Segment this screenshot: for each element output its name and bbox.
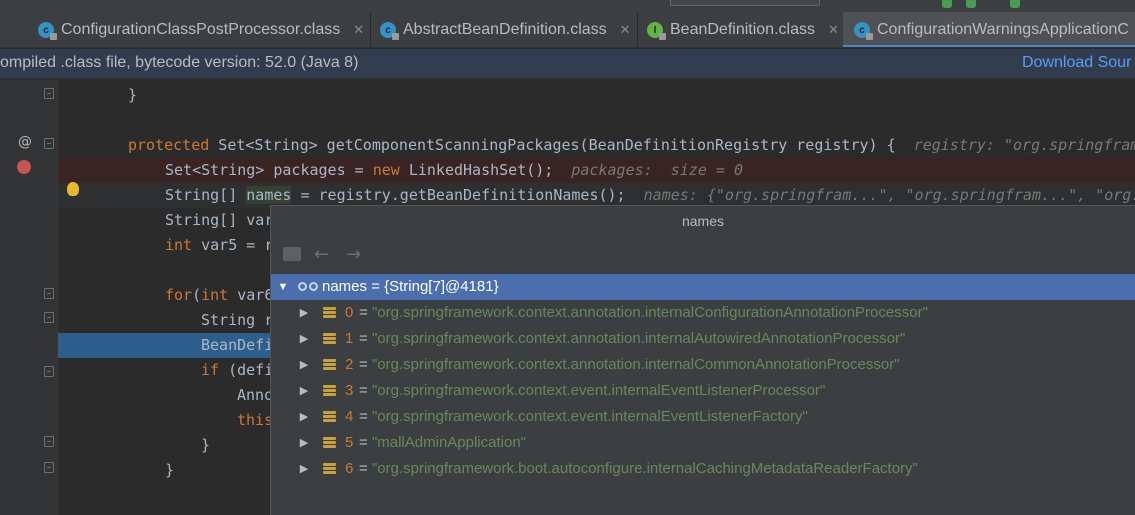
debug-icon[interactable] — [966, 0, 976, 8]
expand-right-icon[interactable]: ▶ — [297, 300, 311, 326]
expand-right-icon[interactable]: ▶ — [297, 456, 311, 482]
tab-bean-definition[interactable]: I BeanDefinition.class ✕ — [647, 12, 839, 47]
expand-down-icon[interactable]: ▼ — [276, 274, 290, 300]
fold-icon[interactable] — [44, 312, 54, 323]
breakpoint-icon[interactable] — [17, 160, 31, 174]
download-sources-link[interactable]: Download Sour — [1022, 54, 1131, 72]
field-icon — [323, 385, 336, 397]
expand-right-icon[interactable]: ▶ — [297, 326, 311, 352]
variable-tree: ▼ names = {String[7]@4181} ▶ 0 = "org.sp… — [271, 274, 1135, 514]
editor-tabs: c ConfigurationClassPostProcessor.class … — [0, 12, 1135, 48]
fold-icon[interactable] — [44, 436, 54, 447]
close-icon[interactable]: ✕ — [828, 22, 839, 38]
main-toolbar — [0, 0, 1135, 12]
tree-item-row[interactable]: ▶ 4 = "org.springframework.context.event… — [271, 404, 1135, 430]
field-icon — [323, 411, 336, 423]
field-icon — [323, 333, 336, 345]
tab-label: AbstractBeanDefinition.class — [403, 21, 607, 38]
override-marker-icon[interactable]: @ — [18, 134, 32, 150]
tree-root-label: names = {String[7]@4181} — [322, 278, 499, 295]
back-arrow-icon[interactable]: ← — [314, 244, 329, 265]
close-icon[interactable]: ✕ — [353, 22, 364, 38]
tree-item-row[interactable]: ▶ 0 = "org.springframework.context.annot… — [271, 300, 1135, 326]
fold-icon[interactable] — [44, 288, 54, 299]
tree-item-row[interactable]: ▶ 5 = "mallAdminApplication" — [271, 430, 1135, 456]
class-icon: c — [854, 22, 873, 40]
tab-abstract-bean-definition[interactable]: c AbstractBeanDefinition.class ✕ — [380, 12, 631, 47]
tab-configuration-warnings[interactable]: c ConfigurationWarningsApplicationC — [843, 12, 1135, 47]
code-line: protected Set<String> getComponentScanni… — [58, 133, 1135, 158]
expand-right-icon[interactable]: ▶ — [297, 430, 311, 456]
fold-icon[interactable] — [44, 462, 54, 473]
popup-title: names — [681, 213, 725, 229]
tree-item-row[interactable]: ▶ 6 = "org.springframework.boot.autoconf… — [271, 456, 1135, 482]
field-icon — [323, 307, 336, 319]
variable-inspection-popup: names ← → ▼ names = {String[7]@4181} ▶ 0… — [270, 205, 1135, 515]
inline-debug-hint: names: {"org.springfram...", "org.spring… — [643, 186, 1135, 204]
tab-label: ConfigurationWarningsApplicationC — [877, 21, 1129, 38]
fold-icon[interactable] — [44, 366, 54, 377]
tab-label: BeanDefinition.class — [670, 21, 815, 38]
folder-icon[interactable] — [283, 247, 301, 261]
run-icon[interactable] — [942, 0, 952, 8]
forward-arrow-icon[interactable]: → — [346, 244, 361, 265]
run-config-field[interactable] — [670, 0, 820, 6]
decompiled-notice-bar: ompiled .class file, bytecode version: 5… — [0, 49, 1135, 79]
inline-debug-hint: packages: size = 0 — [571, 161, 743, 179]
code-line: } — [128, 86, 138, 104]
popup-toolbar: ← → — [271, 236, 1135, 272]
breakpoint-line: Set<String> packages = new LinkedHashSet… — [58, 158, 1135, 183]
fold-icon[interactable] — [44, 138, 54, 149]
field-icon — [323, 437, 336, 449]
tab-configuration-class-post-processor[interactable]: c ConfigurationClassPostProcessor.class … — [38, 12, 364, 47]
intention-bulb-icon[interactable] — [67, 182, 79, 196]
expand-right-icon[interactable]: ▶ — [297, 404, 311, 430]
expand-right-icon[interactable]: ▶ — [297, 378, 311, 404]
inline-debug-hint: registry: "org.springfram — [913, 136, 1135, 154]
field-icon — [323, 359, 336, 371]
tree-item-row[interactable]: ▶ 2 = "org.springframework.context.annot… — [271, 352, 1135, 378]
tree-item-row[interactable]: ▶ 1 = "org.springframework.context.annot… — [271, 326, 1135, 352]
watch-glasses-icon — [298, 282, 318, 292]
tab-label: ConfigurationClassPostProcessor.class — [61, 21, 341, 38]
expand-right-icon[interactable]: ▶ — [297, 352, 311, 378]
class-icon: c — [380, 22, 399, 40]
class-icon: c — [38, 22, 57, 40]
interface-icon: I — [647, 22, 666, 40]
tree-item-row[interactable]: ▶ 3 = "org.springframework.context.event… — [271, 378, 1135, 404]
coverage-icon[interactable] — [1010, 0, 1020, 8]
tree-root-row[interactable]: ▼ names = {String[7]@4181} — [271, 274, 1135, 300]
fold-icon[interactable] — [44, 88, 54, 99]
notice-text: ompiled .class file, bytecode version: 5… — [0, 54, 359, 71]
field-icon — [323, 463, 336, 475]
close-icon[interactable]: ✕ — [620, 22, 631, 38]
